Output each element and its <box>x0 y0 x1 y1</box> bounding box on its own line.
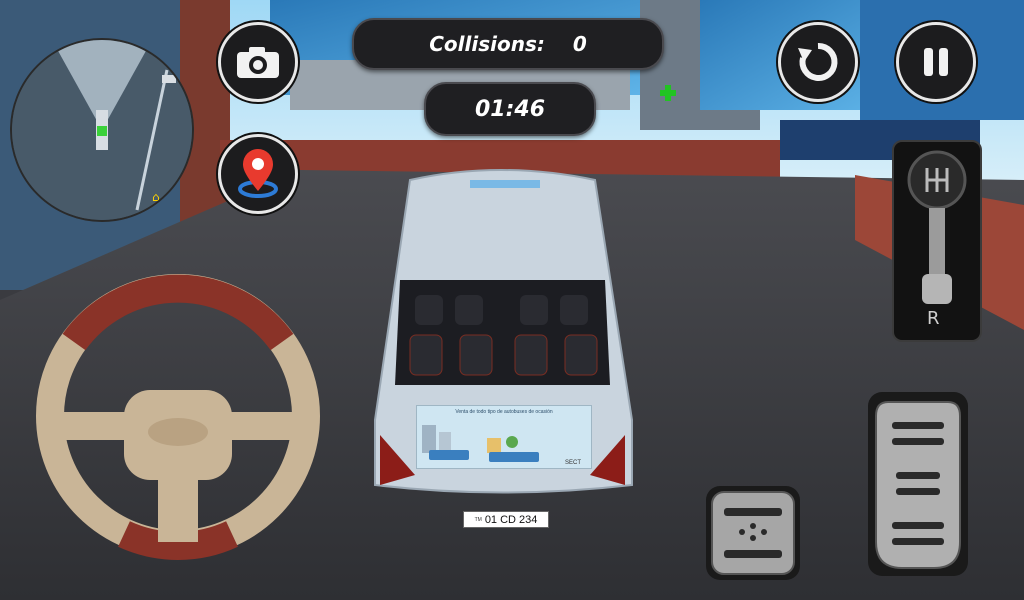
minimap: ⌂ <box>10 38 194 222</box>
gear-indicator: R <box>927 308 940 329</box>
collisions-counter: Collisions: 0 <box>352 18 664 70</box>
accelerator-pedal-graphic <box>875 401 961 569</box>
location-button[interactable] <box>218 134 298 214</box>
game-scene: Venta de todo tipo de autobuses de ocasi… <box>0 0 1024 600</box>
accelerator-pedal[interactable] <box>868 392 968 576</box>
minimap-graphic <box>12 40 192 220</box>
restart-button[interactable] <box>778 22 858 102</box>
brake-pedal-graphic <box>711 491 795 575</box>
collisions-label: Collisions: <box>429 32 545 56</box>
bus-ad-brand: SECT <box>564 460 581 466</box>
steering-wheel[interactable] <box>34 272 322 560</box>
brake-pedal[interactable] <box>706 486 800 580</box>
license-plate: TM 01 CD 234 <box>463 511 549 528</box>
home-icon: ⌂ <box>152 190 160 204</box>
bus-ad-panel: Venta de todo tipo de autobuses de ocasi… <box>416 405 592 469</box>
timer-value: 01:46 <box>474 96 546 122</box>
license-plate-number: 01 CD 234 <box>484 513 538 526</box>
location-pin-icon <box>238 149 278 198</box>
timer: 01:46 <box>424 82 596 136</box>
gear-shifter[interactable]: R <box>892 140 982 342</box>
bus-ad-text: Venta de todo tipo de autobuses de ocasi… <box>455 409 553 415</box>
camera-button[interactable] <box>218 22 298 102</box>
license-plate-prefix: TM <box>474 516 482 523</box>
pause-button[interactable] <box>896 22 976 102</box>
pause-icon <box>924 48 948 76</box>
collisions-value: 0 <box>572 32 587 56</box>
camera-icon <box>237 47 279 78</box>
bus <box>374 169 633 494</box>
restart-icon <box>798 42 838 81</box>
steering-wheel-graphic <box>36 274 320 560</box>
